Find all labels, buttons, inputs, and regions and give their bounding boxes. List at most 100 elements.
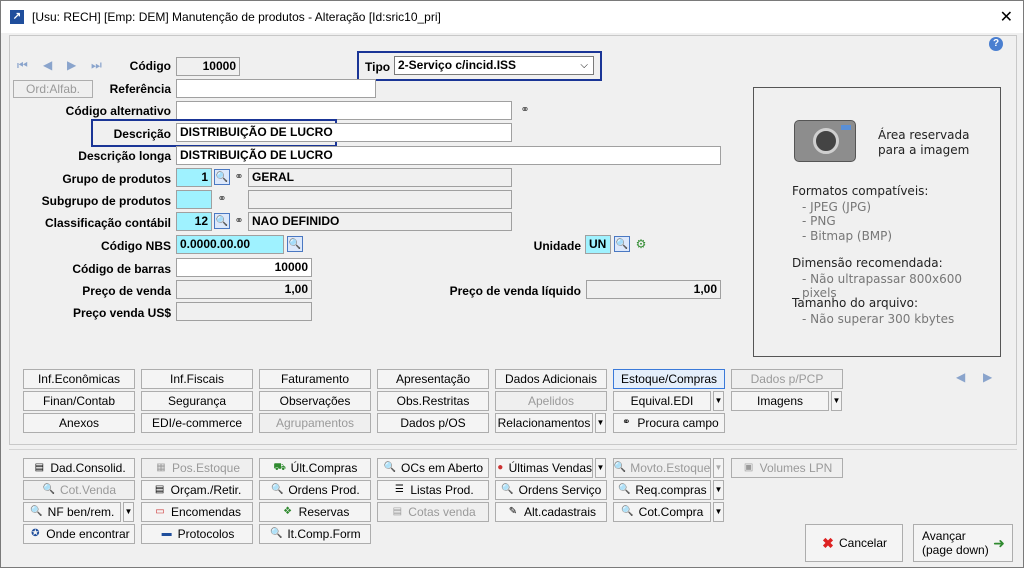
preco-liquido-label: Preço de venda líquido <box>449 284 581 298</box>
next-record-icon[interactable]: ▶ <box>67 58 76 72</box>
orcam-retir-button[interactable]: ▤ Orçam./Retir. <box>141 480 253 500</box>
movto-estoque-label: Movto.Estoque <box>630 461 711 475</box>
tab-apelidos[interactable]: Apelidos <box>495 391 607 411</box>
link-icon[interactable]: ⚭ <box>231 213 247 229</box>
preco-us-label: Preço venda US$ <box>72 306 171 320</box>
help-icon[interactable]: ? <box>989 37 1003 51</box>
preco-venda-field: 1,00 <box>176 280 312 299</box>
codigo-alternativo-field[interactable] <box>176 101 512 120</box>
arrow-right-icon: ➜ <box>993 535 1005 551</box>
tab-seguranca[interactable]: Segurança <box>141 391 253 411</box>
descricao-longa-field[interactable]: DISTRIBUIÇÃO DE LUCRO <box>176 146 721 165</box>
procura-campo-button[interactable]: ⚭ Procura campo <box>613 413 725 433</box>
nbs-field[interactable]: 0.0000.00.00 <box>176 235 284 254</box>
classificacao-code-field[interactable]: 12 <box>176 212 212 231</box>
grupo-code-field[interactable]: 1 <box>176 168 212 187</box>
tab-agrupamentos[interactable]: Agrupamentos <box>259 413 371 433</box>
ult-compras-button[interactable]: ⛟ Últ.Compras <box>259 458 371 478</box>
nf-ben-rem-dropdown[interactable]: ▼ <box>123 502 134 522</box>
tab-dados-os[interactable]: Dados p/OS <box>377 413 489 433</box>
alt-cadastrais-button[interactable]: ✎ Alt.cadastrais <box>495 502 607 522</box>
nf-ben-rem-button[interactable]: 🔍 NF ben/rem. <box>23 502 121 522</box>
close-icon[interactable]: ✕ <box>1000 7 1013 27</box>
ocs-em-aberto-button[interactable]: 🔍 OCs em Aberto <box>377 458 489 478</box>
equival-edi-dropdown[interactable]: ▼ <box>713 391 724 411</box>
cot-venda-button[interactable]: 🔍 Cot.Venda <box>23 480 135 500</box>
ord-alfab-button[interactable]: Ord:Alfab. <box>13 80 93 98</box>
protocolos-button[interactable]: ▬ Protocolos <box>141 524 253 544</box>
tab-anexos[interactable]: Anexos <box>23 413 135 433</box>
scroll-right-icon[interactable]: ▶ <box>983 370 992 384</box>
image-panel[interactable]: Área reservada para a imagem Formatos co… <box>753 87 1001 357</box>
req-compras-button[interactable]: 🔍 Req.compras <box>613 480 711 500</box>
relacionamentos-dropdown[interactable]: ▼ <box>595 413 606 433</box>
barras-label: Código de barras <box>72 262 171 276</box>
reservas-button[interactable]: ❖ Reservas <box>259 502 371 522</box>
link-icon[interactable]: ⚭ <box>231 169 247 185</box>
tipo-select[interactable]: 2-Serviço c/incid.ISS ⌵ <box>394 56 594 75</box>
tab-estoque-compras[interactable]: Estoque/Compras <box>613 369 725 389</box>
tab-observacoes[interactable]: Observações <box>259 391 371 411</box>
pos-estoque-button[interactable]: ▦ Pos.Estoque <box>141 458 253 478</box>
it-comp-form-button[interactable]: 🔍 It.Comp.Form <box>259 524 371 544</box>
scroll-left-icon[interactable]: ◀ <box>956 370 965 384</box>
cotas-venda-button[interactable]: ▤ Cotas venda <box>377 502 489 522</box>
onde-encontrar-button[interactable]: ✪ Onde encontrar <box>23 524 135 544</box>
dad-consolid-button[interactable]: ▤ Dad.Consolid. <box>23 458 135 478</box>
tab-obs-restritas[interactable]: Obs.Restritas <box>377 391 489 411</box>
ordens-servico-button[interactable]: 🔍 Ordens Serviço <box>495 480 607 500</box>
link-icon[interactable]: ⚭ <box>214 191 230 207</box>
cot-compra-button[interactable]: 🔍 Cot.Compra <box>613 502 711 522</box>
referencia-field[interactable] <box>176 79 376 98</box>
tab-edi-ecommerce[interactable]: EDI/e-commerce <box>141 413 253 433</box>
ordens-prod-button[interactable]: 🔍 Ordens Prod. <box>259 480 371 500</box>
tab-faturamento[interactable]: Faturamento <box>259 369 371 389</box>
tab-apresentacao[interactable]: Apresentação <box>377 369 489 389</box>
volumes-lpn-label: Volumes LPN <box>759 461 833 475</box>
ultimas-vendas-dropdown[interactable]: ▼ <box>595 458 606 478</box>
first-record-icon[interactable]: ⏮ <box>17 58 28 73</box>
tab-relacionamentos[interactable]: Relacionamentos <box>495 413 593 433</box>
unidade-field[interactable]: UN <box>585 235 611 254</box>
procura-campo-label: Procura campo <box>637 416 719 430</box>
barras-field[interactable]: 10000 <box>176 258 312 277</box>
search-icon: 🔍 <box>501 484 514 495</box>
listas-prod-button[interactable]: ☰ Listas Prod. <box>377 480 489 500</box>
prev-record-icon[interactable]: ◀ <box>43 58 52 72</box>
encomendas-button[interactable]: ▭ Encomendas <box>141 502 253 522</box>
it-comp-form-label: It.Comp.Form <box>287 527 361 541</box>
imagens-dropdown[interactable]: ▼ <box>831 391 842 411</box>
units-table-icon[interactable]: ⚙ <box>633 236 649 252</box>
codigo-field[interactable]: 10000 <box>176 57 240 76</box>
movto-estoque-button[interactable]: 🔍 Movto.Estoque <box>613 458 711 478</box>
cot-compra-dropdown[interactable]: ▼ <box>713 502 724 522</box>
tab-equival-edi[interactable]: Equival.EDI <box>613 391 711 411</box>
descricao-field[interactable]: DISTRIBUIÇÃO DE LUCRO <box>176 123 512 142</box>
search-icon[interactable]: 🔍 <box>214 169 230 185</box>
size-title: Tamanho do arquivo: <box>792 296 918 310</box>
app-icon: ↗ <box>10 10 24 24</box>
binoculars-icon: ⚭ <box>622 417 631 428</box>
search-icon: 🔍 <box>271 484 284 495</box>
tab-finan-contab[interactable]: Finan/Contab <box>23 391 135 411</box>
subgrupo-code-field[interactable] <box>176 190 212 209</box>
req-compras-dropdown[interactable]: ▼ <box>713 480 724 500</box>
search-icon[interactable]: 🔍 <box>287 236 303 252</box>
search-icon: 🔍 <box>42 484 56 495</box>
tab-dados-adicionais[interactable]: Dados Adicionais <box>495 369 607 389</box>
search-icon[interactable]: 🔍 <box>214 213 230 229</box>
subgrupo-name-field <box>248 190 512 209</box>
chevron-down-icon[interactable]: ⌵ <box>580 58 588 73</box>
ultimas-vendas-button[interactable]: ● Últimas Vendas <box>495 458 593 478</box>
nbs-label: Código NBS <box>101 239 171 253</box>
tab-inf-economicas[interactable]: Inf.Econômicas <box>23 369 135 389</box>
link-icon[interactable]: ⚭ <box>517 102 533 118</box>
tab-inf-fiscais[interactable]: Inf.Fiscais <box>141 369 253 389</box>
cancel-button[interactable]: ✖ Cancelar <box>805 524 903 562</box>
search-icon[interactable]: 🔍 <box>614 236 630 252</box>
tab-dados-pcp[interactable]: Dados p/PCP <box>731 369 843 389</box>
movto-estoque-dropdown[interactable]: ▼ <box>713 458 724 478</box>
volumes-lpn-button[interactable]: ▣ Volumes LPN <box>731 458 843 478</box>
next-button[interactable]: Avançar (page down) ➜ <box>913 524 1013 562</box>
tab-imagens[interactable]: Imagens <box>731 391 829 411</box>
